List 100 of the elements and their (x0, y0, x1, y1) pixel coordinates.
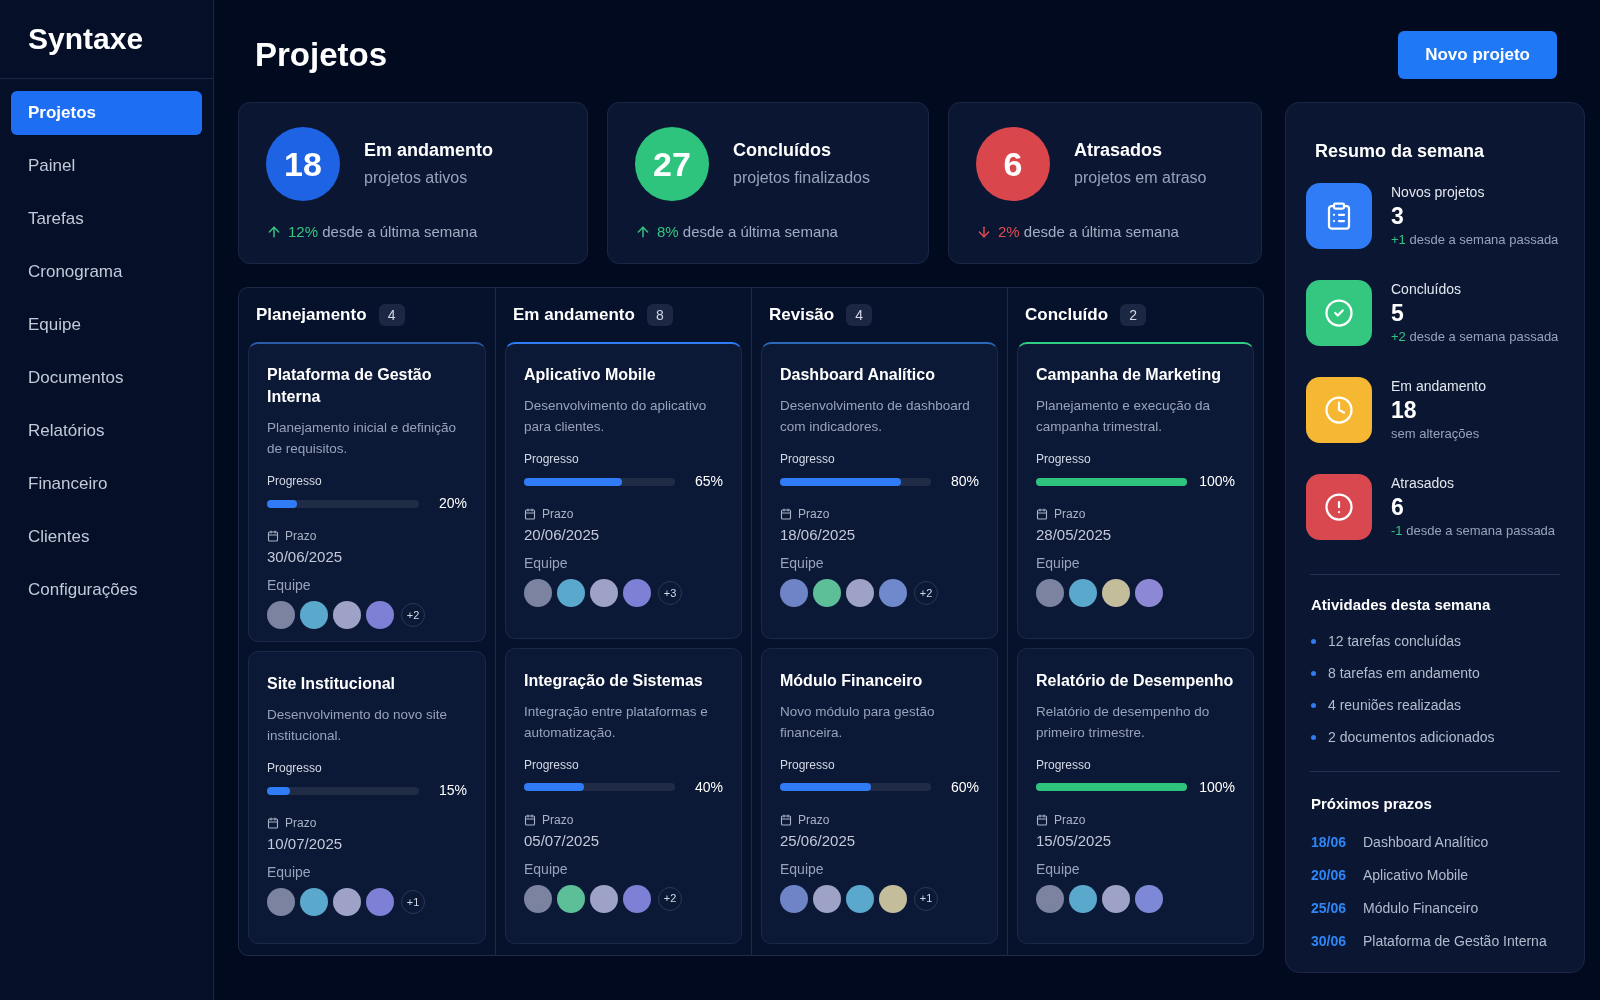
column-title: Planejamento (256, 304, 367, 327)
count-badge: 4 (846, 304, 873, 326)
nav-item[interactable]: Clientes (11, 515, 202, 559)
stat-label: Atrasados (1074, 139, 1164, 162)
team-label: Equipe (267, 576, 312, 594)
deadline-label: Prazo (285, 528, 317, 544)
project-card[interactable]: Relatório de Desempenho Relatório de desempenho do primeiro trimestre. Progresso 100% Prazo 15/05/2025 Equipe (1017, 647, 1254, 944)
nav-item[interactable]: Relatórios (11, 409, 202, 453)
progress-percent: 40% (693, 777, 723, 797)
progress-label: Progresso (524, 451, 580, 467)
progress-percent: 100% (1199, 472, 1235, 491)
progress-percent: 15% (437, 781, 467, 800)
card-description: Planejamento e execução da campanha trimestral. (1036, 397, 1212, 436)
summary-value: 5 (1391, 299, 1405, 328)
team-label: Equipe (524, 859, 569, 878)
stat-label: Concluídos (733, 139, 832, 162)
deadline-day: 20/06 (1311, 865, 1349, 885)
card-title: Integração de Sistemas (524, 670, 704, 691)
nav-item[interactable]: Financeiro (11, 462, 202, 506)
nav-item[interactable]: Cronograma (11, 250, 202, 294)
column-title: Em andamento (513, 304, 635, 327)
card-title: Campanha de Marketing (1036, 365, 1222, 385)
deadline-label: Prazo (1054, 506, 1086, 522)
project-card[interactable]: Campanha de Marketing Planejamento e execução da campanha trimestral. Progresso 100% Prazo 28/05/2025 Equipe (1017, 342, 1254, 639)
summary-change: +2 desde a semana passada (1391, 328, 1559, 346)
summary-change: +1 desde a semana passada (1391, 231, 1559, 249)
deadline-project: Plataforma de Gestão Interna (1363, 932, 1547, 951)
project-card[interactable]: Integração de Sistemas Integração entre plataformas e automatização. Progresso 40% Prazo 05/07/2025 Equipe +2 (505, 647, 742, 944)
nav-item[interactable]: Projetos (11, 91, 202, 135)
deadline-label: Prazo (1054, 811, 1086, 828)
stat-number: 6 (976, 127, 1050, 201)
project-card[interactable]: Aplicativo Mobile Desenvolvimento do aplicativo para clientes. Progresso 65% Prazo 20/06/2025 Equipe +3 (505, 342, 742, 639)
nav-item[interactable]: Configurações (11, 568, 202, 612)
deadline-label: Prazo (798, 506, 830, 522)
stat-change: 12% desde a última semana (288, 222, 478, 242)
stat-subtitle: projetos finalizados (733, 168, 870, 188)
deadline-day: 25/06 (1311, 898, 1349, 918)
card-title: Relatório de Desempenho (1036, 670, 1235, 691)
calendar-icon (524, 508, 536, 520)
deadline-label: Prazo (798, 811, 830, 828)
deadline-date: 28/05/2025 (1036, 525, 1113, 545)
card-title: Dashboard Analítico (780, 365, 936, 385)
deadline-project: Aplicativo Mobile (1363, 866, 1469, 885)
page-title: Projetos (255, 35, 388, 76)
summary-change: sem alterações (1391, 425, 1481, 443)
progress-percent: 100% (1199, 777, 1235, 797)
progress-label: Progresso (267, 760, 323, 776)
summary-label: Concluídos (1391, 280, 1463, 298)
count-badge: 4 (378, 304, 405, 326)
nav-item[interactable]: Tarefas (11, 197, 202, 241)
bullet-icon (1311, 670, 1316, 676)
nav-item[interactable]: Documentos (11, 356, 202, 400)
count-badge: 2 (1120, 304, 1147, 326)
team-label: Equipe (1036, 554, 1081, 572)
card-title: Aplicativo Mobile (524, 365, 657, 385)
section-title: Atividades desta semana (1311, 595, 1492, 615)
deadline-date: 20/06/2025 (524, 525, 601, 545)
card-description: Desenvolvimento do novo site institucional. (267, 706, 449, 745)
team-label: Equipe (524, 554, 569, 572)
bullet-icon (1311, 638, 1316, 644)
project-card[interactable]: Site Institucional Desenvolvimento do novo site institucional. Progresso 15% Prazo 10/07/2025 Equipe +1 (248, 651, 486, 944)
stat-label: Em andamento (364, 139, 494, 162)
stat-number: 18 (266, 127, 340, 201)
deadline-date: 15/05/2025 (1036, 830, 1113, 851)
calendar-icon (267, 817, 279, 829)
panel-title: Resumo da semana (1315, 140, 1486, 163)
calendar-icon (780, 813, 792, 826)
card-description: Relatório de desempenho do primeiro trimestre. (1036, 702, 1211, 742)
stat-change: 8% desde a última semana (657, 222, 838, 242)
new-project-button[interactable]: Novo projeto (1398, 31, 1557, 79)
column-title: Revisão (769, 304, 835, 327)
calendar-icon (780, 508, 792, 520)
count-badge: 8 (646, 304, 673, 326)
calendar-icon (1036, 508, 1048, 520)
project-card[interactable]: Módulo Financeiro Novo módulo para gestão financeira. Progresso 60% Prazo 25/06/2025 Equipe +1 (761, 647, 998, 944)
bullet-icon (1311, 702, 1316, 708)
progress-percent: 65% (693, 472, 723, 491)
activity-text: 2 documentos adicionados (1328, 728, 1495, 747)
summary-change: -1 desde a semana passada (1391, 522, 1556, 540)
bullet-icon (1311, 734, 1316, 740)
stat-change: 2% desde a última semana (998, 222, 1179, 242)
project-card[interactable]: Dashboard Analítico Desenvolvimento de dashboard com indicadores. Progresso 80% Prazo 18/06/2025 Equipe +2 (761, 342, 998, 639)
nav-item[interactable]: Equipe (11, 303, 202, 347)
progress-label: Progresso (780, 756, 836, 773)
deadline-date: 10/07/2025 (267, 834, 344, 854)
column-title: Concluído (1025, 304, 1109, 327)
nav-item[interactable]: Painel (11, 144, 202, 188)
deadline-label: Prazo (542, 506, 574, 522)
deadline-date: 18/06/2025 (780, 525, 857, 545)
progress-label: Progresso (1036, 756, 1092, 773)
card-title: Site Institucional (267, 674, 396, 694)
deadline-date: 30/06/2025 (267, 547, 344, 567)
progress-label: Progresso (780, 451, 836, 467)
deadline-date: 05/07/2025 (524, 830, 601, 851)
project-card[interactable]: Plataforma de Gestão Interna Planejamento inicial e definição de requisitos. Progresso 20% Prazo 30/06/2025 Equipe +2 (248, 342, 486, 642)
calendar-icon (267, 530, 279, 542)
deadline-project: Módulo Financeiro (1363, 899, 1479, 918)
activity-text: 12 tarefas concluídas (1328, 632, 1462, 651)
card-description: Novo módulo para gestão financeira. (780, 702, 936, 742)
card-title: Plataforma de Gestão Interna (267, 365, 433, 407)
